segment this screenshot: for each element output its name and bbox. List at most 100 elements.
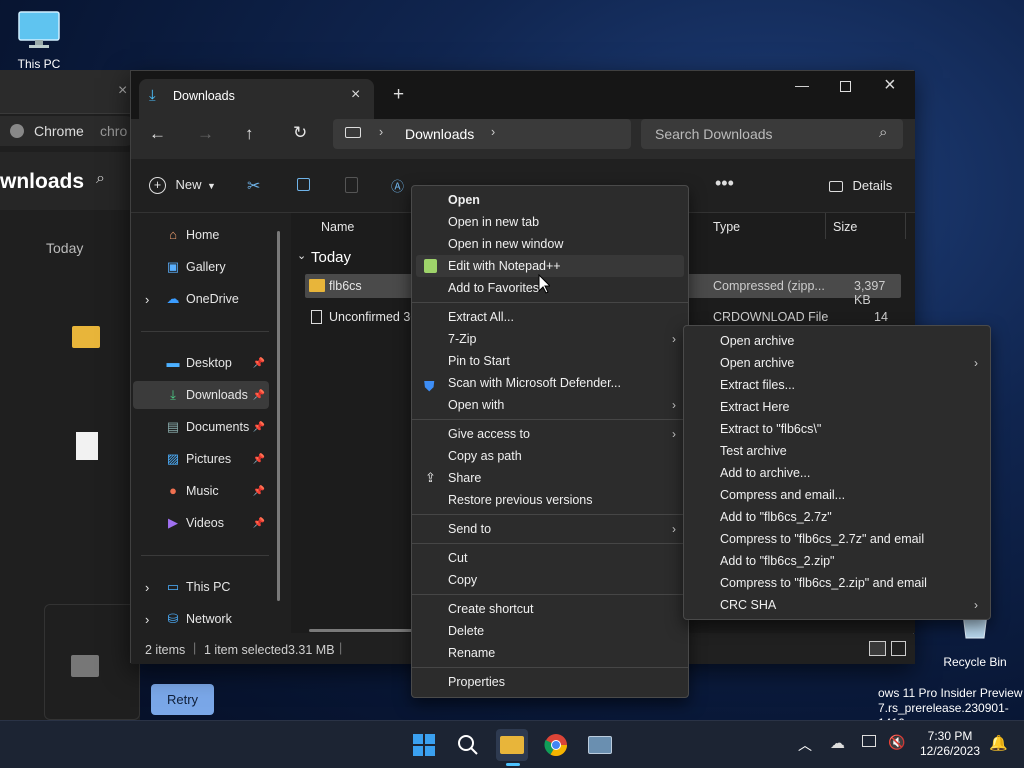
details-button[interactable]: Details — [829, 178, 892, 193]
menu-separator — [412, 594, 688, 595]
submenu-item-extract-to[interactable]: Extract to "flb6cs\" — [688, 418, 986, 440]
address-bar[interactable]: › Downloads › — [333, 119, 631, 149]
search-icon[interactable]: ⌕ — [96, 170, 105, 188]
menu-item-properties[interactable]: Properties — [416, 671, 684, 693]
submenu-item-add-archive[interactable]: Add to archive... — [688, 462, 986, 484]
submenu-item-compress-7z-email[interactable]: Compress to "flb6cs_2.7z" and email — [688, 528, 986, 550]
sidebar-item-documents[interactable]: ▤ Documents 📌 — [133, 413, 269, 441]
tab-downloads[interactable]: ⤓ Downloads × — [139, 79, 374, 119]
column-header-size[interactable]: Size — [833, 220, 857, 234]
menu-item-share[interactable]: ⇪ Share — [416, 467, 684, 489]
submenu-item-compress-email[interactable]: Compress and email... — [688, 484, 986, 506]
forward-icon[interactable]: → — [197, 124, 214, 144]
column-divider — [825, 213, 826, 239]
sidebar-item-network[interactable]: › ⛁ Network — [133, 605, 269, 633]
close-window-icon[interactable]: × — [884, 74, 896, 97]
sidebar-item-pictures[interactable]: ▨ Pictures 📌 — [133, 445, 269, 473]
menu-item-open[interactable]: Open — [416, 189, 684, 211]
sidebar-item-desktop[interactable]: ▬ Desktop 📌 — [133, 349, 269, 377]
sidebar-item-downloads[interactable]: ⤓ Downloads 📌 — [133, 381, 269, 409]
start-button[interactable] — [408, 729, 440, 761]
new-label: New — [175, 177, 202, 192]
sidebar-item-gallery[interactable]: ▣ Gallery — [133, 253, 269, 281]
horizontal-scrollbar[interactable] — [309, 629, 413, 632]
chrome-icon — [10, 124, 24, 138]
menu-item-create-shortcut[interactable]: Create shortcut — [416, 598, 684, 620]
menu-item-give-access[interactable]: Give access to › — [416, 423, 684, 445]
minimize-icon[interactable]: — — [795, 77, 809, 93]
menu-item-7zip[interactable]: 7-Zip › — [416, 328, 684, 350]
file-icon — [311, 310, 322, 324]
chevron-up-icon[interactable]: ︿ — [798, 735, 812, 755]
menu-item-open-new-tab[interactable]: Open in new tab — [416, 211, 684, 233]
volume-icon[interactable]: 🔇 — [888, 734, 905, 751]
submenu-item-add-7z[interactable]: Add to "flb6cs_2.7z" — [688, 506, 986, 528]
new-tab-icon[interactable]: + — [393, 84, 404, 106]
search-box[interactable]: Search Downloads ⌕ — [641, 119, 903, 149]
column-header-type[interactable]: Type — [713, 220, 740, 234]
navigation-bar: ← → ↑ ↻ › Downloads › Search Downloads ⌕ — [131, 119, 915, 159]
menu-item-send-to[interactable]: Send to › — [416, 518, 684, 540]
details-view-icon[interactable] — [869, 641, 886, 656]
chevron-down-icon[interactable]: ⌄ — [297, 249, 306, 262]
clock[interactable]: 7:30 PM 12/26/2023 — [918, 729, 982, 759]
sidebar-item-this-pc[interactable]: › ▭ This PC — [133, 573, 269, 601]
notification-bell-icon[interactable]: 🔔 — [989, 734, 1008, 752]
menu-item-edit-notepad[interactable]: Edit with Notepad++ — [416, 255, 684, 277]
chevron-right-icon: › — [379, 125, 384, 139]
background-browser-window[interactable]: × Chrome chro wnloads ⌕ Today — [0, 70, 140, 720]
submenu-item-add-zip[interactable]: Add to "flb6cs_2.zip" — [688, 550, 986, 572]
submenu-item-open-archive-more[interactable]: Open archive › — [688, 352, 986, 374]
menu-item-open-new-window[interactable]: Open in new window — [416, 233, 684, 255]
sidebar-item-videos[interactable]: ▶ Videos 📌 — [133, 509, 269, 537]
onedrive-icon[interactable]: ☁ — [830, 734, 845, 752]
menu-item-open-with[interactable]: Open with › — [416, 394, 684, 416]
refresh-icon[interactable]: ↻ — [293, 123, 307, 143]
column-header-name[interactable]: Name — [321, 220, 354, 234]
chrome-taskbar-button[interactable] — [540, 729, 572, 761]
retry-button[interactable]: Retry — [151, 684, 214, 715]
menu-item-scan-defender[interactable]: ⛊ Scan with Microsoft Defender... — [416, 372, 684, 394]
up-icon[interactable]: ↑ — [245, 124, 254, 144]
close-tab-icon[interactable]: × — [351, 86, 360, 104]
desktop-icon-this-pc[interactable]: This PC — [4, 10, 74, 71]
menu-item-add-favorites[interactable]: Add to Favorites — [416, 277, 684, 299]
address-crumb[interactable]: Downloads — [405, 126, 474, 142]
sidebar-item-home[interactable]: ⌂ Home — [133, 221, 269, 249]
network-icon[interactable] — [862, 735, 876, 747]
cut-icon[interactable]: ✂ — [247, 176, 260, 196]
submenu-item-compress-zip-email[interactable]: Compress to "flb6cs_2.zip" and email — [688, 572, 986, 594]
menu-item-pin-start[interactable]: Pin to Start — [416, 350, 684, 372]
menu-item-extract-all[interactable]: Extract All... — [416, 306, 684, 328]
sidebar-item-music[interactable]: ● Music 📌 — [133, 477, 269, 505]
new-button[interactable]: + New ▼ — [149, 177, 216, 194]
menu-item-copy[interactable]: Copy — [416, 569, 684, 591]
search-button[interactable] — [452, 729, 484, 761]
menu-item-rename[interactable]: Rename — [416, 642, 684, 664]
submenu-item-test-archive[interactable]: Test archive — [688, 440, 986, 462]
more-options-icon[interactable]: ••• — [715, 173, 734, 194]
close-icon[interactable]: × — [118, 82, 127, 100]
tiles-view-icon[interactable] — [891, 641, 906, 656]
sidebar-item-onedrive[interactable]: › ☁ OneDrive — [133, 285, 269, 313]
submenu-item-extract-files[interactable]: Extract files... — [688, 374, 986, 396]
address-text: chro — [100, 123, 128, 139]
copy-icon[interactable] — [297, 178, 310, 191]
file-name: Unconfirmed 36 — [329, 310, 418, 324]
back-icon[interactable]: ← — [149, 124, 166, 144]
menu-item-copy-path[interactable]: Copy as path — [416, 445, 684, 467]
scrollbar[interactable] — [277, 231, 280, 601]
background-address-bar[interactable]: Chrome chro — [0, 116, 140, 146]
menu-item-delete[interactable]: Delete — [416, 620, 684, 642]
paste-icon[interactable] — [345, 177, 358, 193]
menu-item-cut[interactable]: Cut — [416, 547, 684, 569]
sidebar-item-label: Network — [186, 612, 232, 626]
rename-icon[interactable]: Ⓐ — [391, 176, 404, 195]
app-taskbar-button[interactable] — [584, 729, 616, 761]
file-explorer-taskbar-button[interactable] — [496, 729, 528, 766]
submenu-item-extract-here[interactable]: Extract Here — [688, 396, 986, 418]
maximize-icon[interactable] — [840, 81, 851, 92]
submenu-item-crc-sha[interactable]: CRC SHA › — [688, 594, 986, 616]
menu-item-restore-versions[interactable]: Restore previous versions — [416, 489, 684, 511]
submenu-item-open-archive[interactable]: Open archive — [688, 330, 986, 352]
